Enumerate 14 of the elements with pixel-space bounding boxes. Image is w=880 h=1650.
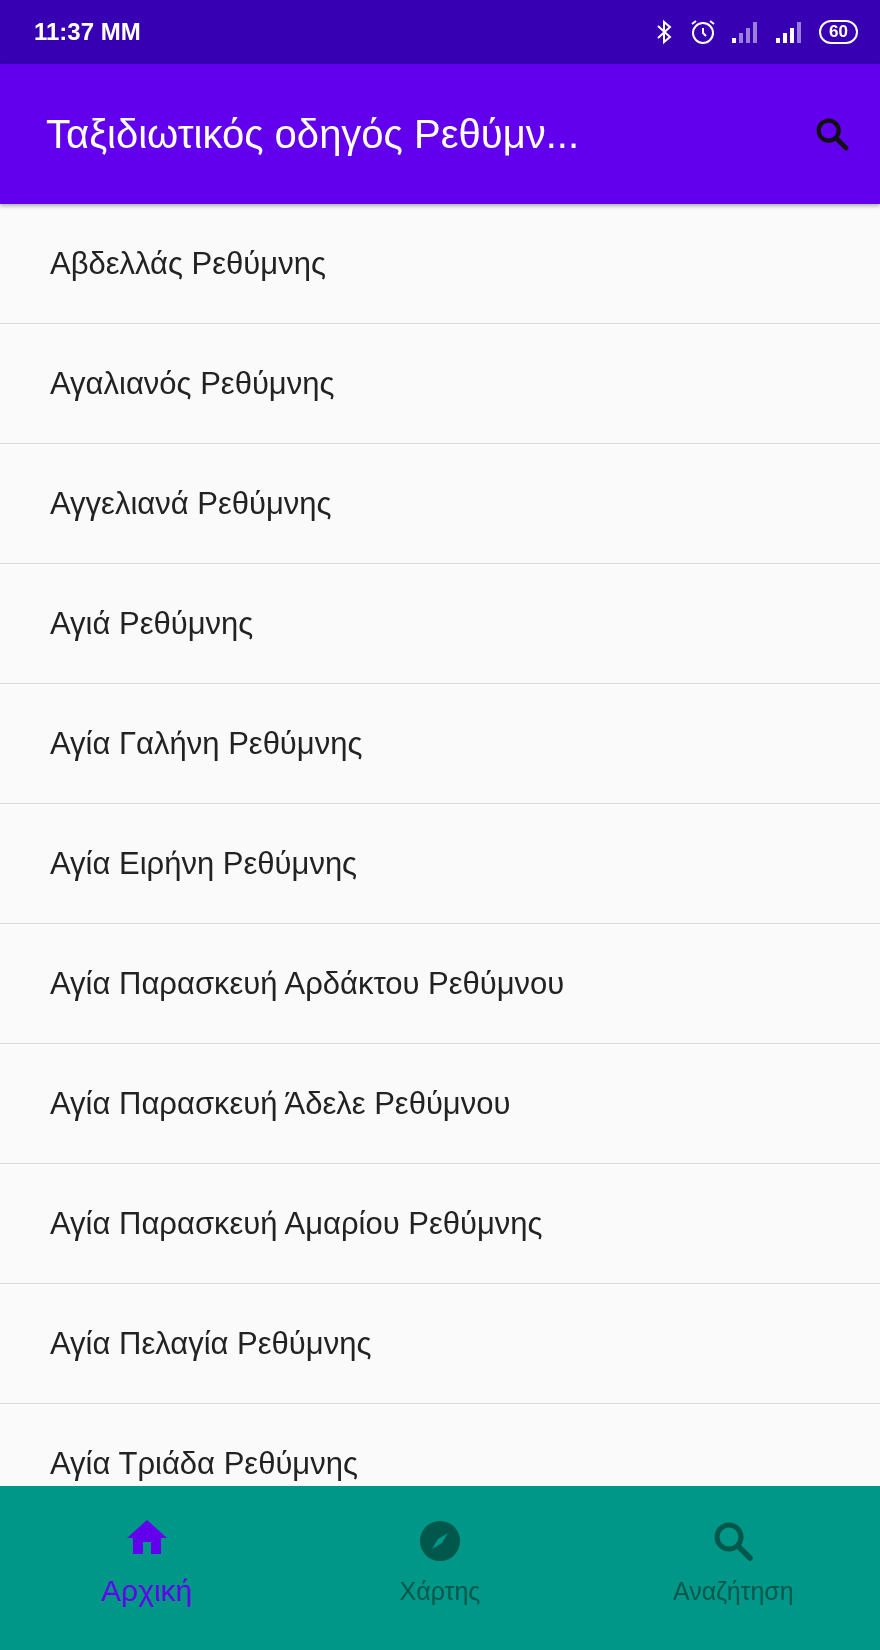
list-item[interactable]: Αβδελλάς Ρεθύμνης [50, 245, 326, 282]
list-item[interactable]: Αγία Τριάδα Ρεθύμνης [50, 1445, 358, 1482]
list-item[interactable]: Αγία Γαλήνη Ρεθύμνης [50, 725, 363, 762]
list-item[interactable]: Αγία Παρασκευή Αμαρίου Ρεθύμνης [50, 1205, 543, 1242]
list-item[interactable]: Αγία Ειρήνη Ρεθύμνης [50, 845, 358, 882]
status-time: 11:37 MM [34, 18, 141, 46]
battery-level: 60 [819, 20, 858, 44]
list-item[interactable]: Αγία Παρασκευή Άδελε Ρεθύμνου [50, 1085, 511, 1122]
list-item[interactable]: Αγία Παρασκευή Αρδάκτου Ρεθύμνου [50, 965, 565, 1002]
list-item[interactable]: Αγαλιανός Ρεθύμνης [50, 365, 335, 402]
list-item[interactable]: Αγγελιανά Ρεθύμνης [50, 485, 332, 522]
list-item[interactable]: Αγία Πελαγία Ρεθύμνης [50, 1325, 372, 1362]
list-item[interactable]: Αγιά Ρεθύμνης [50, 605, 254, 642]
app-title: Ταξιδιωτικός οδηγός Ρεθύμν... [46, 111, 580, 157]
